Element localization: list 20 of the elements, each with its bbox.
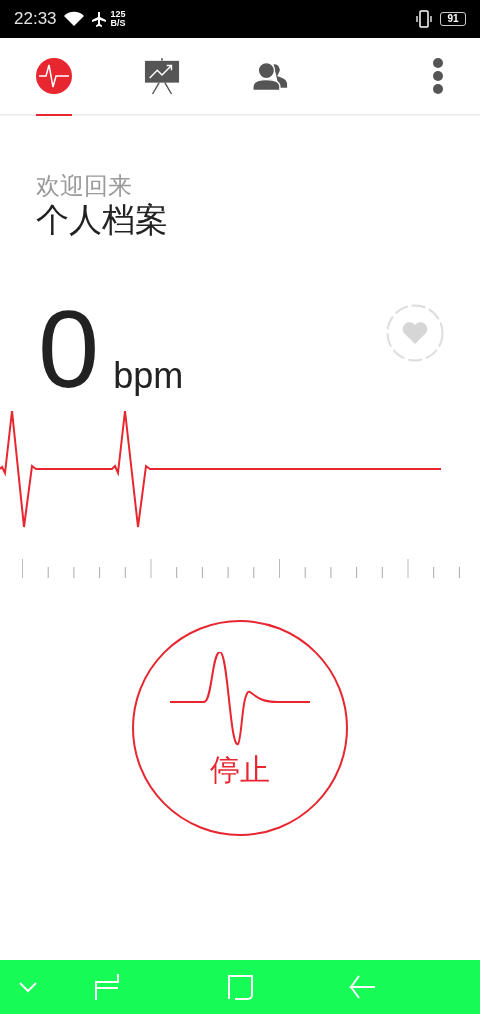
pulse-icon	[168, 652, 312, 748]
page-title: 个人档案	[36, 200, 169, 240]
status-time: 22:33	[14, 8, 57, 31]
presentation-chart-icon	[144, 57, 180, 95]
net-speed: 125	[110, 10, 126, 19]
wifi-icon	[62, 11, 85, 27]
pulse-icon	[36, 58, 72, 94]
recent-apps-icon[interactable]	[94, 973, 120, 1001]
home-icon[interactable]	[227, 974, 253, 1000]
net-speed-unit: B/S	[110, 19, 126, 28]
heart-rate-unit: bpm	[113, 358, 184, 394]
stop-button[interactable]: 停止	[132, 620, 348, 836]
back-icon[interactable]	[349, 974, 375, 1000]
battery-indicator: 91	[440, 12, 466, 26]
airplane-icon	[90, 11, 107, 27]
greeting-text: 欢迎回来	[36, 172, 133, 200]
heart-rate-value: 0	[38, 304, 100, 394]
people-icon	[252, 59, 288, 93]
collapse-icon[interactable]	[18, 981, 38, 993]
vibrate-icon	[415, 10, 433, 28]
